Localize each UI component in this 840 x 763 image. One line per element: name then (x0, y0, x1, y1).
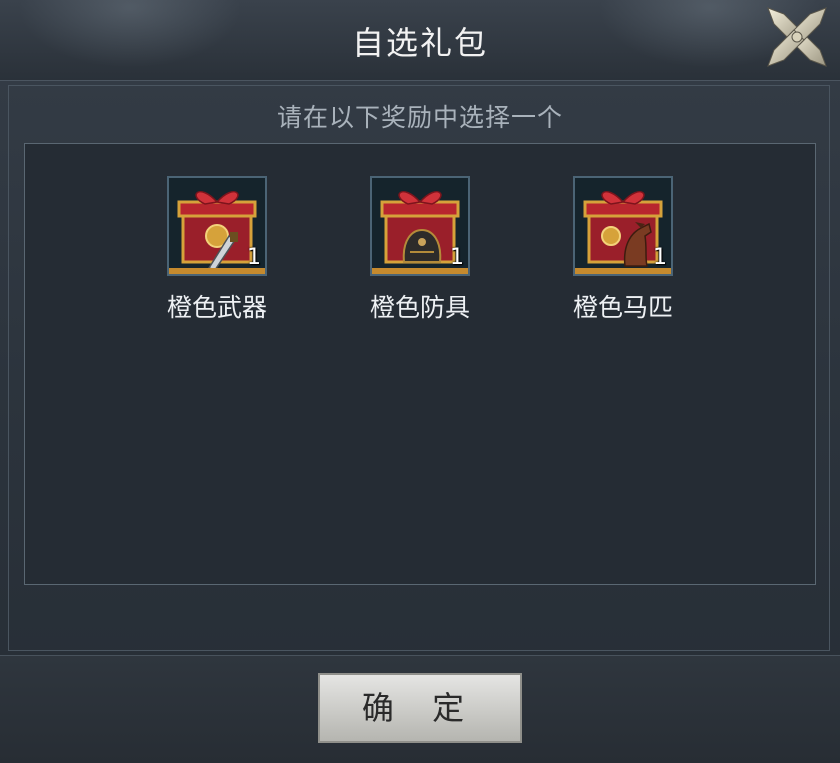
reward-name: 橙色防具 (369, 293, 470, 322)
reward-slot[interactable]: 1 (370, 176, 470, 276)
reward-item-armor: 1 橙色防具 (320, 176, 520, 326)
close-button[interactable] (764, 4, 830, 70)
reward-name: 橙色武器 (166, 293, 267, 322)
reward-item-weapon: 1 橙色武器 (117, 176, 317, 326)
reward-slot[interactable]: 1 (573, 176, 673, 276)
reward-item-horse: 1 橙色马匹 (523, 176, 723, 326)
dialog-title: 自选礼包 (351, 24, 488, 62)
reward-quantity: 1 (450, 245, 464, 270)
confirm-button[interactable]: 确 定 (318, 673, 522, 743)
gift-pack-dialog: 自选礼包 请在以下奖励中选择一个 1 橙色武器 1 橙色防具 1 橙色马匹 确 … (0, 0, 840, 763)
close-icon (767, 7, 827, 67)
reward-name: 橙色马匹 (572, 293, 673, 322)
reward-quantity: 1 (653, 245, 667, 270)
reward-quantity: 1 (247, 245, 261, 270)
dialog-header: 自选礼包 (0, 0, 840, 81)
reward-slot[interactable]: 1 (167, 176, 267, 276)
dialog-subtitle: 请在以下奖励中选择一个 (276, 103, 563, 132)
